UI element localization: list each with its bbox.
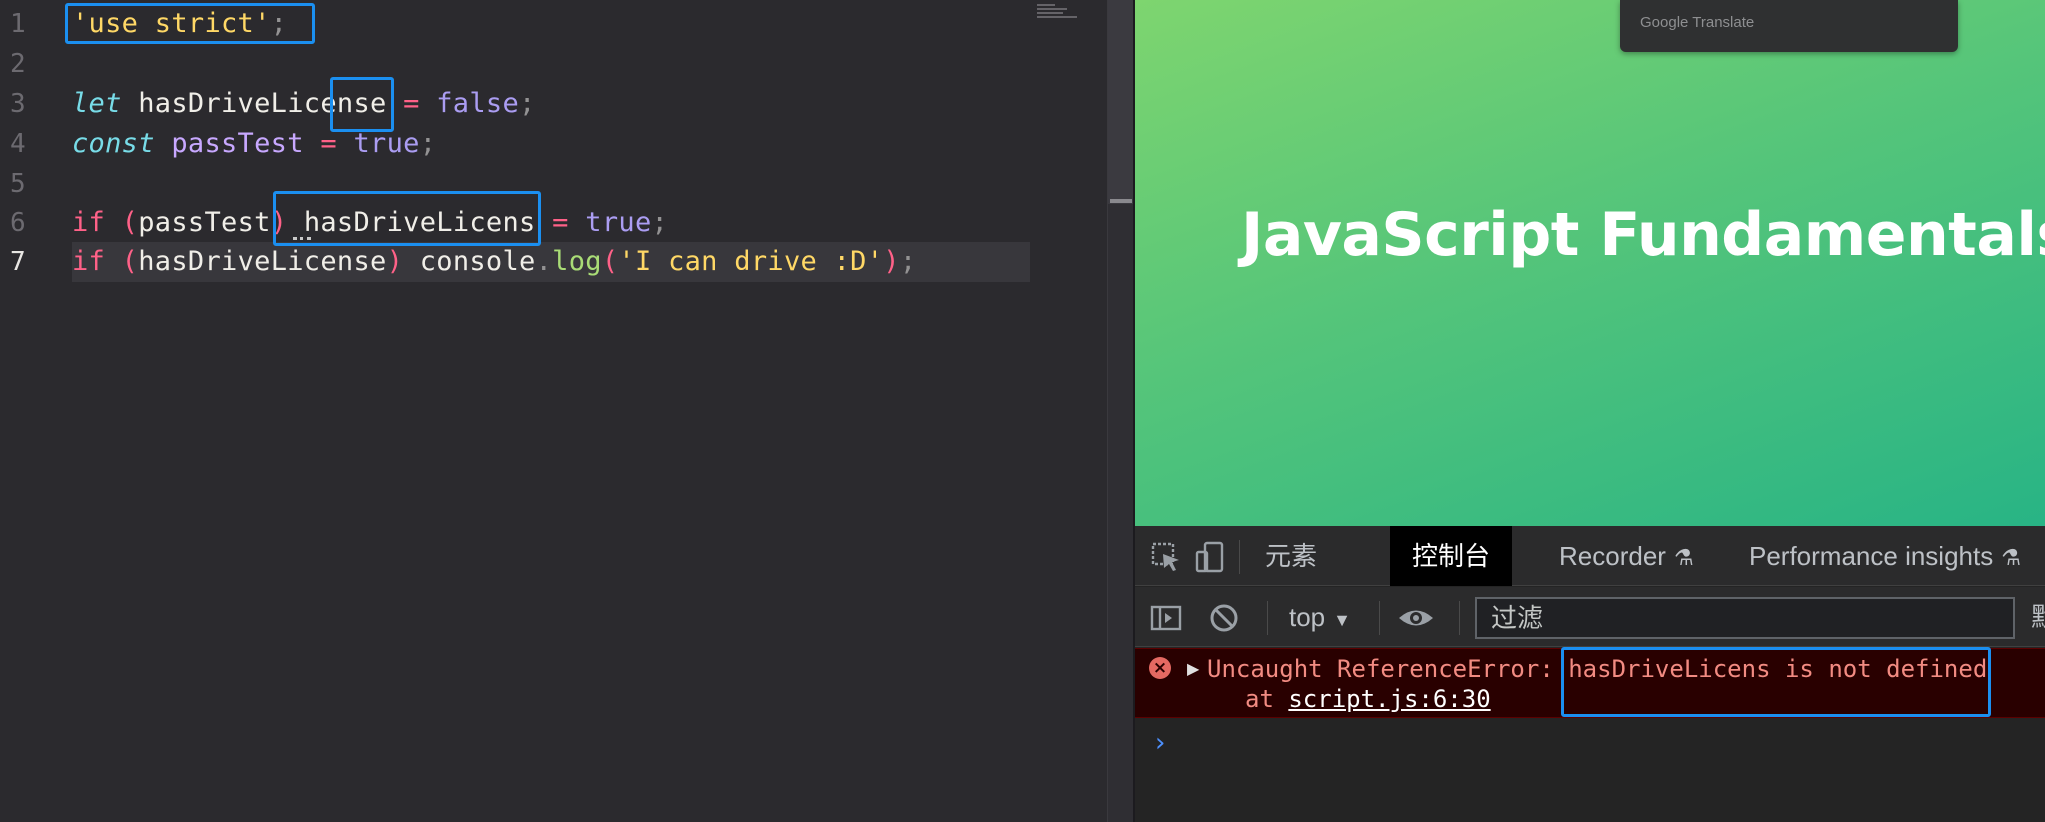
annotation-box-typo	[273, 191, 541, 246]
code-token: 'I can drive :D'	[618, 246, 884, 277]
code-token: const	[72, 128, 155, 159]
code-line-7[interactable]: if (hasDriveLicense) console.log('I can …	[72, 242, 916, 282]
inspect-element-icon[interactable]	[1149, 540, 1183, 574]
separator	[1379, 601, 1380, 635]
code-token: ;	[651, 207, 669, 238]
default-levels-dropdown-cutoff[interactable]: 默	[2031, 599, 2045, 635]
code-editor[interactable]: 1 2 3 4 5 6 7 'use strict'; let hasDrive…	[0, 0, 1107, 822]
error-source-link[interactable]: script.js:6:30	[1288, 685, 1490, 713]
scrollbar-cursor-marker	[1110, 199, 1132, 203]
code-token: ;	[519, 88, 536, 119]
tab-recorder-label: Recorder	[1559, 541, 1666, 571]
tab-performance-insights[interactable]: Performance insights ⚗	[1727, 526, 2043, 586]
dropdown-arrow-icon: ▼	[1333, 610, 1351, 630]
console-error-message[interactable]: × ▶ Uncaught ReferenceError: hasDriveLic…	[1135, 647, 2045, 718]
minimap[interactable]	[1037, 4, 1097, 24]
console-toolbar: top ▼ 默	[1135, 587, 2045, 647]
tab-recorder[interactable]: Recorder ⚗	[1537, 526, 1716, 586]
line-number: 4	[10, 129, 26, 159]
code-token: (	[601, 246, 619, 277]
line-number: 6	[10, 208, 26, 238]
google-translate-popup[interactable]: Google Translate	[1620, 0, 1958, 52]
code-token: let	[72, 88, 122, 119]
editor-scrollbar[interactable]	[1107, 0, 1133, 822]
console-prompt-chevron-icon[interactable]: ›	[1155, 728, 1165, 758]
tab-console[interactable]: 控制台	[1390, 526, 1513, 586]
annotation-box-license-suffix	[330, 77, 394, 132]
separator	[1459, 601, 1460, 635]
line-number: 3	[10, 89, 26, 119]
separator	[1267, 601, 1268, 635]
tab-performance-insights-label: Performance insights	[1749, 541, 1994, 571]
devtools-panel: 元素 控制台 Recorder ⚗ Performance insights ⚗ t…	[1135, 526, 2045, 822]
code-token: console	[403, 246, 536, 277]
google-translate-label: Google Translate	[1640, 14, 1755, 31]
code-token: passTest	[138, 207, 271, 238]
console-filter-input[interactable]	[1475, 597, 2015, 639]
line-number-active: 7	[10, 247, 26, 277]
error-prefix: Uncaught ReferenceError:	[1207, 655, 1569, 683]
code-token: (	[105, 246, 139, 277]
code-token: passTest	[154, 128, 304, 159]
device-toolbar-icon[interactable]	[1193, 540, 1227, 574]
error-icon: ×	[1149, 657, 1171, 679]
line-number: 1	[10, 9, 26, 39]
code-token: hasDriveLicense	[138, 246, 387, 277]
browser-viewport: Google Translate JavaScript Fundamentals…	[1135, 0, 2045, 526]
annotation-box-use-strict	[65, 3, 315, 44]
code-token: if	[72, 207, 106, 238]
live-expression-eye-icon[interactable]	[1397, 601, 1433, 635]
code-token: true	[585, 207, 652, 238]
code-token: .	[535, 246, 553, 277]
code-token: )	[386, 246, 404, 277]
flask-icon: ⚗	[1673, 545, 1694, 570]
error-stack-line: at script.js:6:30	[1245, 685, 1491, 713]
code-token: =	[535, 207, 586, 238]
error-at: at	[1245, 685, 1289, 713]
devtools-tab-bar: 元素 控制台 Recorder ⚗ Performance insights ⚗	[1135, 526, 2045, 586]
clear-console-icon[interactable]	[1207, 601, 1241, 635]
tab-elements[interactable]: 元素	[1243, 526, 1339, 586]
code-token: log	[552, 246, 602, 277]
code-token: =	[386, 88, 437, 119]
separator	[1239, 540, 1240, 574]
expand-triangle-icon[interactable]: ▶	[1187, 659, 1199, 679]
code-token: if	[72, 246, 106, 277]
code-token: false	[436, 88, 520, 119]
code-token: ;	[899, 246, 917, 277]
code-line-3[interactable]: let hasDriveLicense = false;	[72, 84, 536, 124]
sidebar-toggle-icon[interactable]	[1149, 601, 1183, 635]
context-selector-value: top	[1289, 602, 1326, 632]
code-token: true	[353, 128, 420, 159]
context-selector[interactable]: top ▼	[1289, 599, 1351, 635]
code-token: (	[105, 207, 139, 238]
flask-icon: ⚗	[2001, 545, 2021, 570]
code-token: =	[303, 128, 354, 159]
code-token: ;	[419, 128, 437, 159]
page-title: JavaScript Fundamentals –	[1241, 200, 2045, 270]
line-number: 5	[10, 169, 26, 199]
annotation-box-error	[1561, 647, 1991, 717]
scrollbar-thumb[interactable]	[1108, 0, 1133, 204]
code-token: )	[883, 246, 900, 277]
line-number: 2	[10, 49, 26, 79]
